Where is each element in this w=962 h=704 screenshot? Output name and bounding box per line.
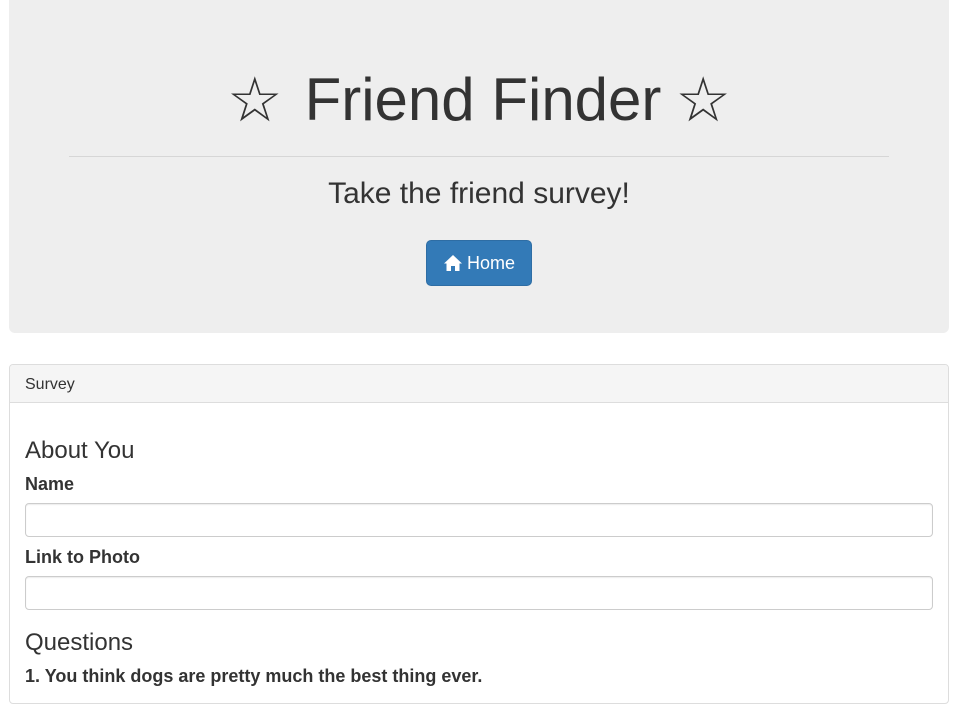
page-subtitle: Take the friend survey!: [328, 177, 630, 210]
questions-heading: Questions: [25, 629, 134, 656]
home-button[interactable]: Home: [426, 240, 532, 286]
name-label: Name: [25, 474, 75, 494]
home-button-label: Home: [466, 252, 515, 273]
star-icon: ☆: [675, 63, 731, 136]
jumbotron-header: ☆ Friend Finder ☆ Take the friend survey! …: [9, 0, 949, 333]
page-title: ☆ Friend Finder ☆: [9, 60, 949, 140]
page-title-text: Friend Finder: [304, 66, 662, 133]
question-1: 1. You think dogs are pretty much the be…: [25, 666, 483, 686]
name-input[interactable]: [25, 503, 933, 537]
survey-panel: Survey About You Name Link to Photo Ques…: [9, 364, 949, 704]
home-icon: [443, 254, 463, 272]
star-icon: ☆: [227, 63, 283, 136]
photo-link-input[interactable]: [25, 576, 933, 610]
panel-heading: Survey: [10, 365, 948, 403]
photo-link-label: Link to Photo: [25, 547, 140, 567]
about-you-heading: About You: [25, 437, 135, 464]
header-divider: [69, 156, 889, 157]
